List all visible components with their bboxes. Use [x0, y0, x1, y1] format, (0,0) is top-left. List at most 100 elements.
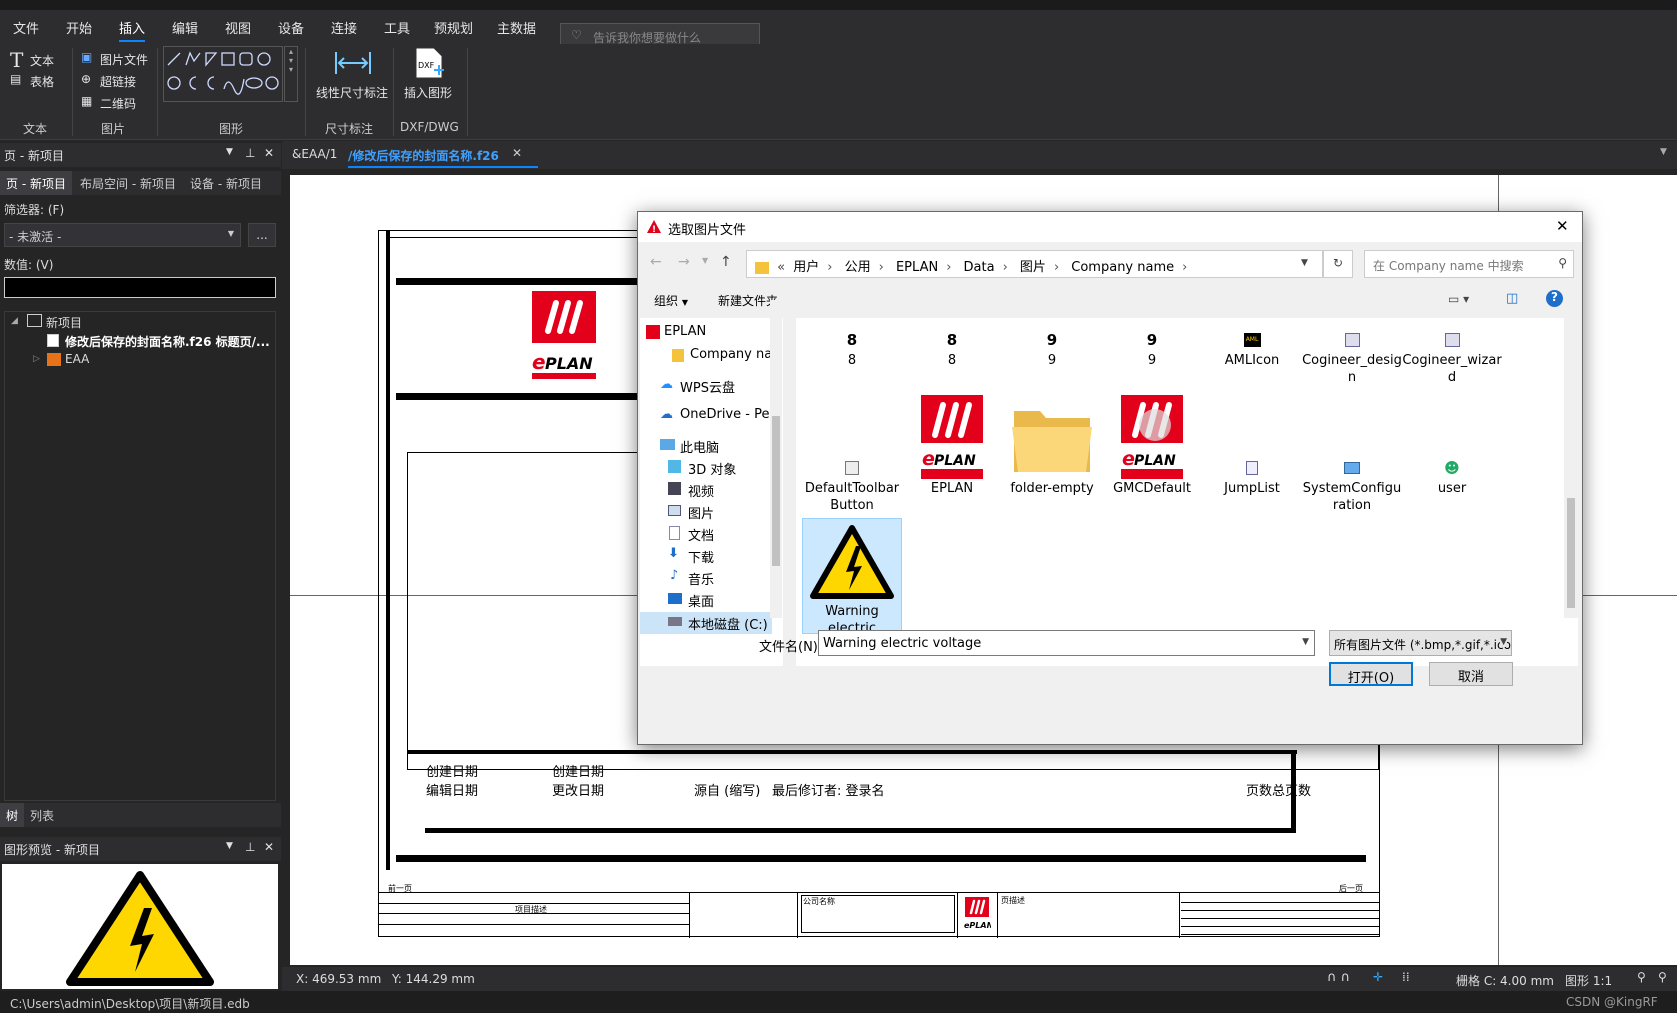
expand-icon[interactable]: ◢: [11, 316, 18, 326]
nav-eplan[interactable]: EPLAN: [640, 322, 772, 344]
nav-pictures[interactable]: 图片: [640, 501, 772, 523]
insert-graphic-button[interactable]: 插入图形: [404, 84, 452, 101]
pin-icon[interactable]: ⊥: [245, 840, 255, 854]
breadcrumb-users[interactable]: 用户: [793, 260, 819, 275]
file-item[interactable]: e PLAN EPLAN: [902, 394, 1002, 497]
filter-more-button[interactable]: ...: [248, 223, 276, 247]
menu-file[interactable]: 文件: [13, 18, 39, 37]
file-item[interactable]: 88: [802, 328, 902, 369]
close-icon[interactable]: ✕: [264, 146, 274, 160]
nav-scrollbar-thumb[interactable]: [772, 416, 780, 566]
file-item[interactable]: JumpList: [1202, 456, 1302, 497]
nav-videos[interactable]: 视频: [640, 479, 772, 501]
nav-local-disk[interactable]: 本地磁盘 (C:): [640, 612, 772, 634]
tab-list[interactable]: 列表: [24, 803, 60, 827]
menu-view[interactable]: 视图: [225, 18, 251, 37]
nav-wps-cloud[interactable]: ☁ WPS云盘: [640, 375, 772, 397]
file-item[interactable]: SystemConfiguration: [1302, 456, 1402, 514]
breadcrumb-public[interactable]: 公用: [845, 260, 871, 275]
tab-layout-space[interactable]: 布局空间 - 新项目: [74, 171, 182, 195]
file-item[interactable]: Cogineer_wizard: [1402, 328, 1502, 386]
chevron-down-icon[interactable]: ▼: [226, 841, 233, 851]
breadcrumb-eplan[interactable]: EPLAN: [896, 260, 938, 275]
file-item[interactable]: 99: [1102, 328, 1202, 369]
doc-tab-eaa[interactable]: &EAA/1: [292, 147, 337, 161]
open-button[interactable]: 打开(O): [1329, 662, 1413, 686]
snap-icon[interactable]: ∩ ∩: [1327, 970, 1350, 985]
file-item[interactable]: 99: [1002, 328, 1102, 369]
help-icon[interactable]: ?: [1546, 290, 1563, 307]
menu-connect[interactable]: 连接: [331, 18, 357, 37]
close-tab-icon[interactable]: ✕: [512, 146, 522, 160]
grid-dots-icon[interactable]: ⁞⁞: [1402, 970, 1410, 984]
nav-desktop[interactable]: 桌面: [640, 589, 772, 611]
menu-edit[interactable]: 编辑: [172, 18, 198, 37]
zoom-out-icon[interactable]: ⚲: [1637, 970, 1646, 984]
new-folder-button[interactable]: 新建文件夹: [718, 292, 778, 309]
nav-this-pc[interactable]: 此电脑: [640, 435, 772, 457]
image-file-button[interactable]: 图片文件: [100, 51, 148, 68]
files-scrollbar[interactable]: [1564, 300, 1578, 618]
nav-documents[interactable]: 文档: [640, 523, 772, 545]
collapse-icon[interactable]: ▷: [33, 354, 40, 364]
folder-search-input[interactable]: 在 Company name 中搜索 ⚲: [1364, 250, 1574, 278]
forward-arrow-icon[interactable]: →: [678, 254, 690, 270]
nav-onedrive[interactable]: ☁OneDrive - Personal: [640, 405, 772, 427]
breadcrumb-data[interactable]: Data: [964, 260, 995, 275]
menu-tools[interactable]: 工具: [384, 18, 410, 37]
tree-root[interactable]: 新项目: [46, 314, 82, 331]
breadcrumb-company[interactable]: Company name: [1071, 260, 1174, 275]
doc-tab-cover[interactable]: /修改后保存的封面名称.f26: [348, 147, 499, 164]
shape-gallery[interactable]: [163, 46, 283, 102]
up-arrow-icon[interactable]: ↑: [720, 254, 732, 270]
value-input[interactable]: [4, 277, 276, 298]
menu-master-data[interactable]: 主数据: [497, 18, 536, 37]
recent-dropdown-icon[interactable]: ▼: [702, 256, 708, 265]
organize-button[interactable]: 组织 ▼: [654, 292, 688, 309]
menu-insert[interactable]: 插入: [119, 18, 146, 42]
preview-pane-icon[interactable]: ◫: [1506, 291, 1518, 306]
filename-input[interactable]: Warning electric voltage ▼: [818, 630, 1315, 656]
tab-pages[interactable]: 页 - 新项目: [0, 171, 72, 195]
menu-device[interactable]: 设备: [278, 18, 304, 37]
chevron-down-icon[interactable]: ▼: [226, 147, 233, 157]
table-button[interactable]: 表格: [30, 73, 54, 90]
files-scrollbar-thumb[interactable]: [1567, 498, 1575, 608]
tab-tree[interactable]: 树: [0, 803, 25, 827]
view-options-icon[interactable]: ▭ ▾: [1448, 292, 1469, 306]
nav-music[interactable]: ♪ 音乐: [640, 567, 772, 589]
filetype-select[interactable]: 所有图片文件 (*.bmp,*.gif,*.ico ▼: [1329, 630, 1512, 656]
chevron-down-icon[interactable]: ▼: [1301, 258, 1308, 268]
tree-page-item[interactable]: 修改后保存的封面名称.f26 标题页/...: [65, 333, 270, 350]
tree-eaa-item[interactable]: EAA: [65, 352, 89, 366]
pin-icon[interactable]: ⊥: [245, 146, 255, 160]
file-item[interactable]: 88: [902, 328, 1002, 369]
file-item[interactable]: DefaultToolbarButton: [802, 456, 902, 514]
menu-start[interactable]: 开始: [66, 18, 92, 37]
file-item[interactable]: Cogineer_design: [1302, 328, 1402, 386]
nav-downloads[interactable]: ⬇ 下载: [640, 545, 772, 567]
crosshair-icon[interactable]: ✛: [1373, 970, 1383, 984]
nav-scrollbar[interactable]: [770, 300, 782, 618]
menu-preplanning[interactable]: 预规划: [434, 18, 473, 37]
tab-devices[interactable]: 设备 - 新项目: [184, 171, 268, 195]
text-button[interactable]: 文本: [30, 52, 54, 69]
file-item[interactable]: folder-empty: [1002, 394, 1102, 497]
file-item[interactable]: ☻ user: [1402, 456, 1502, 497]
chevron-down-icon[interactable]: ▼: [1660, 147, 1667, 157]
breadcrumb-images[interactable]: 图片: [1020, 260, 1046, 275]
back-arrow-icon[interactable]: ←: [650, 254, 662, 270]
zoom-in-icon[interactable]: ⚲: [1658, 970, 1667, 984]
gallery-scroll[interactable]: ▴ ▾ ▾: [284, 46, 298, 102]
linear-dimension-button[interactable]: 线性尺寸标注: [316, 84, 388, 101]
file-item[interactable]: e PLAN GMCDefault: [1102, 394, 1202, 497]
nav-3d-objects[interactable]: 3D 对象: [640, 457, 772, 479]
cancel-button[interactable]: 取消: [1429, 662, 1513, 686]
qrcode-button[interactable]: 二维码: [100, 95, 136, 112]
filter-select[interactable]: - 未激活 - ▼: [4, 223, 241, 247]
file-item[interactable]: AML AMLIcon: [1202, 328, 1302, 369]
file-item-selected[interactable]: Warning electric voltage: [802, 518, 902, 653]
hyperlink-button[interactable]: 超链接: [100, 73, 136, 90]
nav-company-name[interactable]: Company name: [640, 345, 772, 367]
close-icon[interactable]: ✕: [264, 840, 274, 854]
